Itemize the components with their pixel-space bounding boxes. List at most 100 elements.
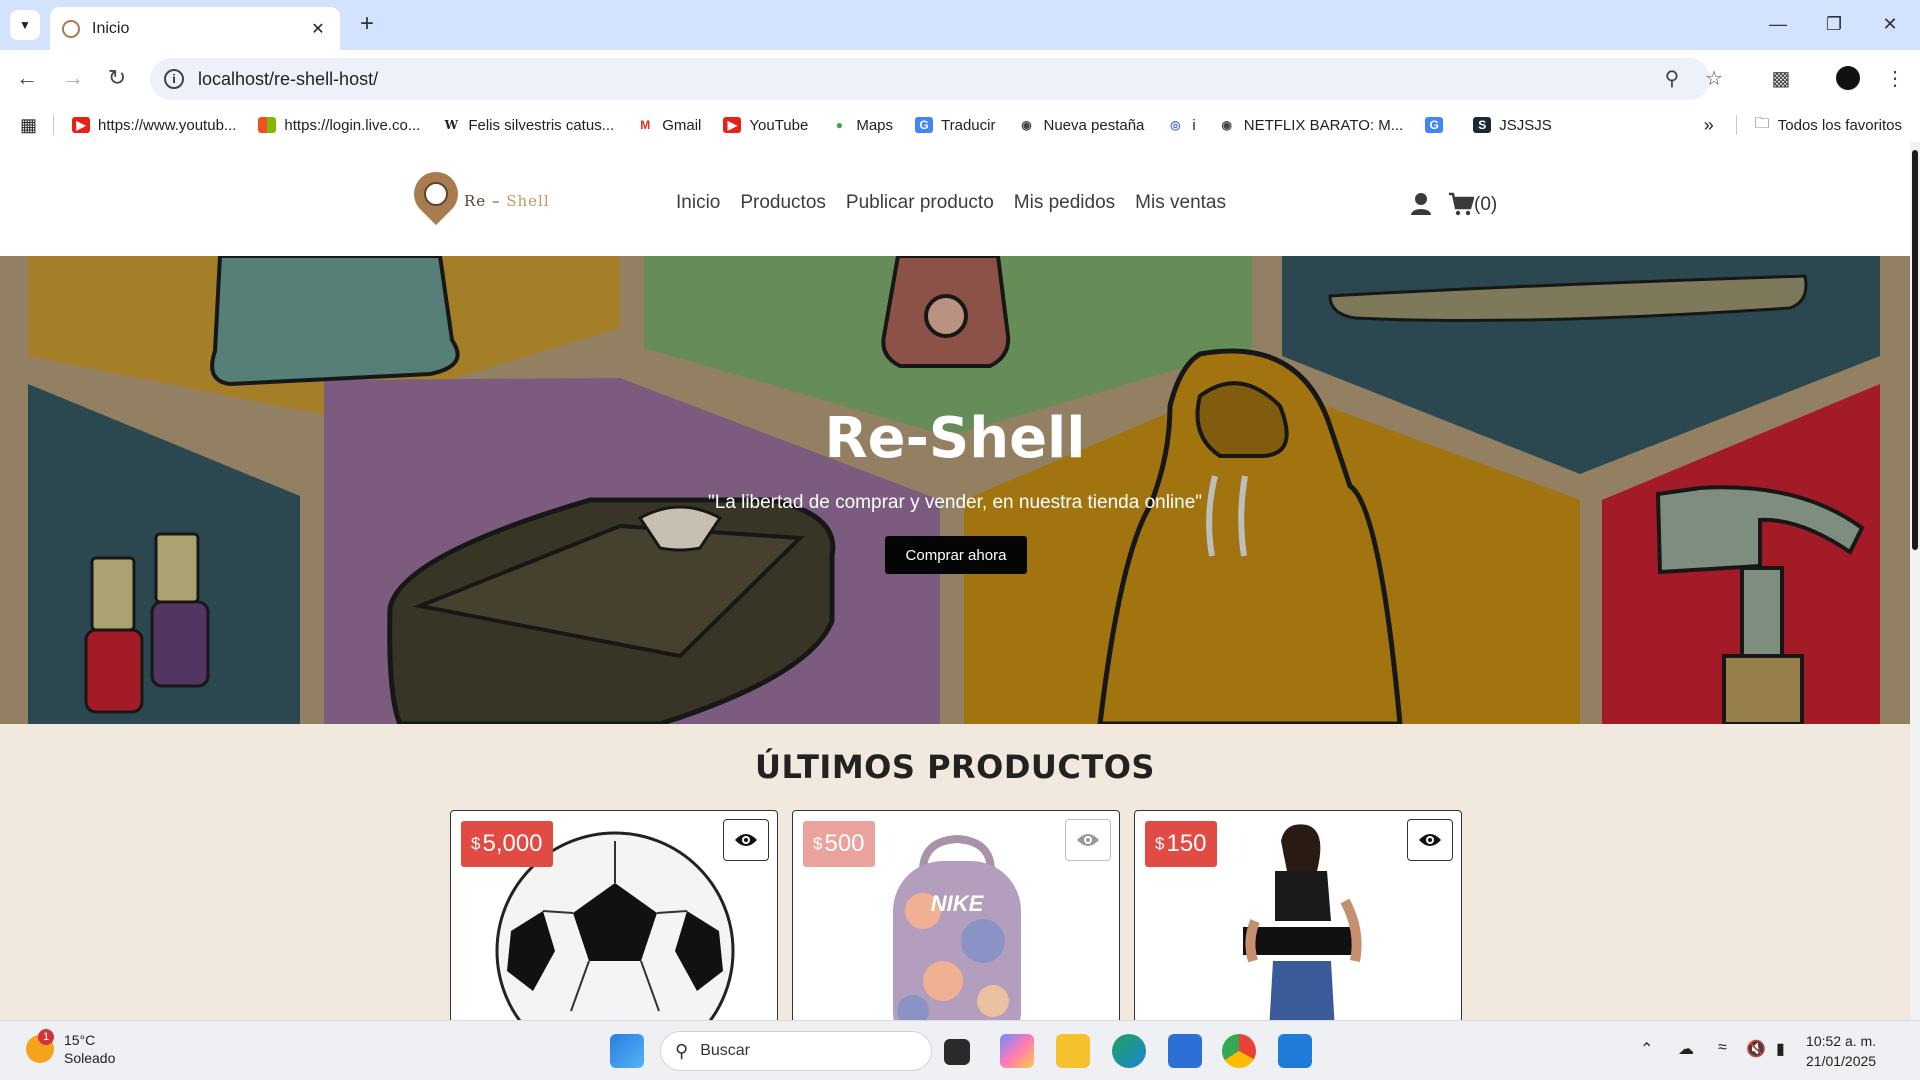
task-view-icon[interactable] xyxy=(944,1039,970,1065)
new-tab-button[interactable]: + xyxy=(352,10,382,40)
close-tab-icon[interactable]: ✕ xyxy=(308,19,328,39)
bookmark-item[interactable]: ▶ YouTube xyxy=(723,117,808,134)
price-badge: $150 xyxy=(1145,821,1217,867)
cart-icon[interactable] xyxy=(1448,192,1474,216)
bookmark-item[interactable]: https://login.live.co... xyxy=(258,117,420,134)
url-text: localhost/re-shell-host/ xyxy=(198,68,379,89)
bookmark-item[interactable]: ▶ https://www.youtub... xyxy=(72,117,236,134)
tab-search-button[interactable]: ▼ xyxy=(10,10,40,40)
maps-icon: ● xyxy=(835,118,843,132)
profile-avatar[interactable] xyxy=(1836,66,1860,90)
chrome-icon[interactable] xyxy=(1222,1034,1256,1068)
menu-kebab-icon[interactable]: ⋮ xyxy=(1878,62,1912,96)
browser-toolbar: ← → ↻ i localhost/re-shell-host/ ⚲ ☆ ▩ ⋮ xyxy=(0,50,1920,108)
battery-icon[interactable]: ▮ xyxy=(1776,1039,1785,1059)
eye-icon xyxy=(735,834,757,846)
chevron-down-icon: ▼ xyxy=(19,18,31,32)
search-icon: ⚲ xyxy=(675,1040,689,1061)
minimize-button[interactable]: — xyxy=(1758,10,1798,40)
chevrons-right-icon[interactable]: » xyxy=(1704,115,1714,136)
start-windows-icon[interactable] xyxy=(610,1034,644,1068)
user-icon[interactable] xyxy=(1410,192,1432,216)
site-favicon-icon xyxy=(62,19,80,38)
close-window-button[interactable]: ✕ xyxy=(1870,10,1910,40)
taskbar-search[interactable]: ⚲ Buscar xyxy=(660,1031,932,1071)
cloud-offline-icon[interactable]: ☁ xyxy=(1678,1039,1694,1059)
nav-inicio[interactable]: Inicio xyxy=(676,192,720,214)
hero-title: Re-Shell xyxy=(824,406,1086,471)
nav-publicar-producto[interactable]: Publicar producto xyxy=(846,192,994,214)
bookmark-item[interactable]: ◉ NETFLIX BARATO: M... xyxy=(1218,117,1403,134)
site-info-icon[interactable]: i xyxy=(164,69,184,89)
buy-now-button[interactable]: Comprar ahora xyxy=(885,536,1027,574)
zoom-icon[interactable]: ⚲ xyxy=(1660,67,1684,91)
weather-widget[interactable]: 1 15°C Soleado xyxy=(26,1029,116,1067)
restore-button[interactable]: ❐ xyxy=(1814,10,1854,40)
tab-inicio[interactable]: Inicio ✕ xyxy=(50,7,340,50)
youtube-icon: ▶ xyxy=(723,117,742,133)
tab-title: Inicio xyxy=(92,19,130,37)
vscode-icon[interactable] xyxy=(1278,1034,1312,1068)
wifi-icon[interactable]: ≈ xyxy=(1718,1039,1727,1057)
edge-icon[interactable] xyxy=(1112,1034,1146,1068)
microsoft-store-icon[interactable] xyxy=(1168,1034,1202,1068)
clock-time: 10:52 a. m. xyxy=(1806,1033,1877,1049)
extensions-icon[interactable]: ▩ xyxy=(1764,62,1798,96)
browser-tabstrip: ▼ Inicio ✕ + — ❐ ✕ xyxy=(0,0,1920,50)
eye-icon xyxy=(1419,834,1441,846)
product-card[interactable]: $150 xyxy=(1134,810,1462,1030)
address-bar[interactable]: i localhost/re-shell-host/ ⚲ ☆ xyxy=(150,58,1723,100)
search-placeholder: Buscar xyxy=(700,1042,750,1059)
bookmark-star-icon[interactable]: ☆ xyxy=(1702,67,1726,91)
sun-icon: 1 xyxy=(26,1029,54,1063)
cart-count[interactable]: (0) xyxy=(1474,194,1497,216)
divider xyxy=(1735,115,1737,135)
volume-muted-icon[interactable]: 🔇 xyxy=(1746,1039,1766,1059)
forward-button[interactable]: → xyxy=(56,62,90,96)
view-product-button[interactable] xyxy=(1065,819,1111,861)
copilot-icon[interactable] xyxy=(1000,1034,1034,1068)
bookmark-item[interactable]: ● Maps xyxy=(830,117,893,134)
bookmarks-overflow: » 🗀 Todos los favoritos xyxy=(1704,108,1902,142)
chevron-up-icon[interactable]: ⌃ xyxy=(1640,1039,1653,1059)
all-bookmarks-link[interactable]: Todos los favoritos xyxy=(1778,117,1902,134)
globe-icon: ◉ xyxy=(1021,118,1032,132)
bookmark-item[interactable]: M Gmail xyxy=(636,117,701,134)
bookmark-item[interactable]: S JSJSJS xyxy=(1473,117,1552,134)
system-clock[interactable]: 10:52 a. m. 21/01/2025 xyxy=(1806,1031,1876,1071)
product-card[interactable]: NIKE $500 xyxy=(792,810,1120,1030)
view-product-button[interactable] xyxy=(1407,819,1453,861)
product-card[interactable]: $5,000 xyxy=(450,810,778,1030)
back-button[interactable]: ← xyxy=(10,62,44,96)
file-explorer-icon[interactable] xyxy=(1056,1034,1090,1068)
steam-icon: S xyxy=(1473,117,1492,133)
price-badge: $5,000 xyxy=(461,821,553,867)
apps-grid-icon[interactable]: ▦ xyxy=(20,115,37,136)
view-product-button[interactable] xyxy=(723,819,769,861)
site-logo[interactable]: Re – Shell xyxy=(404,162,550,230)
nav-productos[interactable]: Productos xyxy=(740,192,826,214)
translate-icon: G xyxy=(915,117,934,133)
nav-mis-ventas[interactable]: Mis ventas xyxy=(1135,192,1226,214)
section-title: ÚLTIMOS PRODUCTOS xyxy=(755,748,1155,786)
nav-mis-pedidos[interactable]: Mis pedidos xyxy=(1014,192,1115,214)
main-nav: Inicio Productos Publicar producto Mis p… xyxy=(676,192,1226,214)
hero-banner: Re-Shell "La libertad de comprar y vende… xyxy=(0,256,1910,724)
bookmark-item[interactable]: W Felis silvestris catus... xyxy=(442,117,615,134)
clock-date: 21/01/2025 xyxy=(1806,1053,1877,1069)
notification-badge: 1 xyxy=(38,1029,54,1045)
scrollbar-thumb[interactable] xyxy=(1912,150,1918,550)
folder-icon: 🗀 xyxy=(1754,114,1770,132)
globe-icon: ◉ xyxy=(1221,118,1232,132)
bookmark-item[interactable]: G xyxy=(1425,117,1451,133)
hero-illustration xyxy=(0,256,1910,724)
divider xyxy=(53,115,55,135)
hero-subtitle: "La libertad de comprar y vender, en nue… xyxy=(707,492,1203,513)
weather-condition: Soleado xyxy=(64,1050,116,1066)
eye-icon xyxy=(1077,834,1099,846)
gmail-icon: M xyxy=(640,118,651,132)
reload-button[interactable]: ↻ xyxy=(100,62,134,96)
bookmark-item[interactable]: ◎ i xyxy=(1166,117,1196,134)
bookmark-item[interactable]: ◉ Nueva pestaña xyxy=(1017,117,1144,134)
bookmark-item[interactable]: G Traducir xyxy=(915,117,995,134)
